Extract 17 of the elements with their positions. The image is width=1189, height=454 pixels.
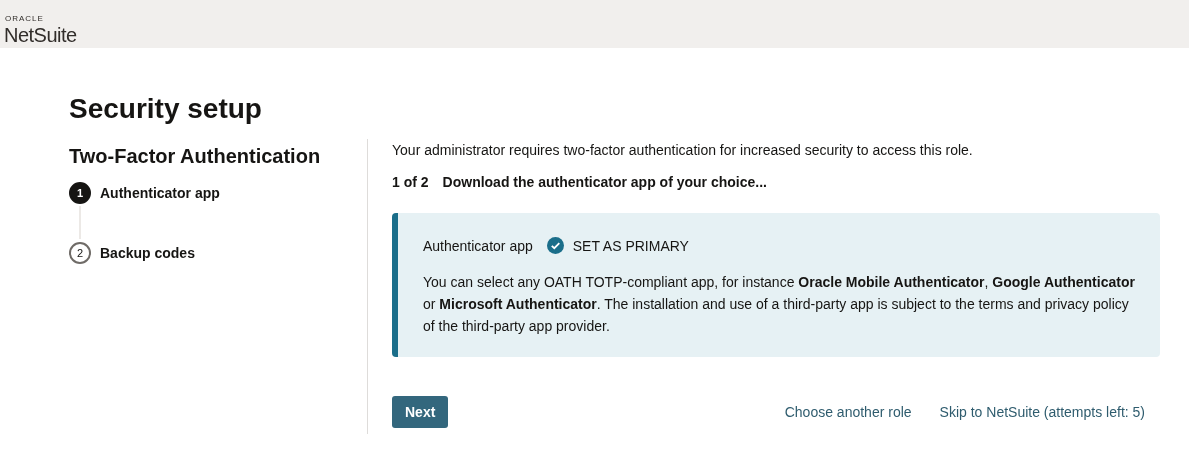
card-label: Authenticator app — [423, 237, 533, 254]
brand-logo: NetSuite — [4, 25, 77, 45]
step-number: 2 — [69, 242, 91, 264]
page-title: Security setup — [69, 93, 263, 125]
card-description: You can select any OATH TOTP-compliant app, for instance Oracle Mobile Authenticator, Google Authenticator or Microsoft Authenticator. The installation and use of a third-party app is subject to the terms and privacy policy of the third-party app provider. — [423, 273, 1135, 336]
step-label[interactable]: Backup codes — [100, 245, 195, 261]
primary-label: SET AS PRIMARY — [572, 237, 689, 254]
link[interactable]: Skip to NetSuite (attempts left: 5) — [939, 404, 1145, 420]
step-counter: 1 of 2 — [392, 174, 429, 190]
intro-text: Your administrator requires two-factor authentication for increased security to access this role. — [392, 142, 974, 158]
next-button[interactable]: Next — [392, 396, 449, 428]
step-label[interactable]: Authenticator app — [100, 185, 220, 201]
sidebar-heading: Two-Factor Authentication — [69, 145, 322, 168]
brand-logo-top: ORACLE — [5, 15, 45, 23]
link[interactable]: Choose another role — [784, 404, 912, 420]
step-title: Download the authenticator app of your choice... — [442, 174, 767, 190]
step-number: 1 — [69, 182, 91, 204]
